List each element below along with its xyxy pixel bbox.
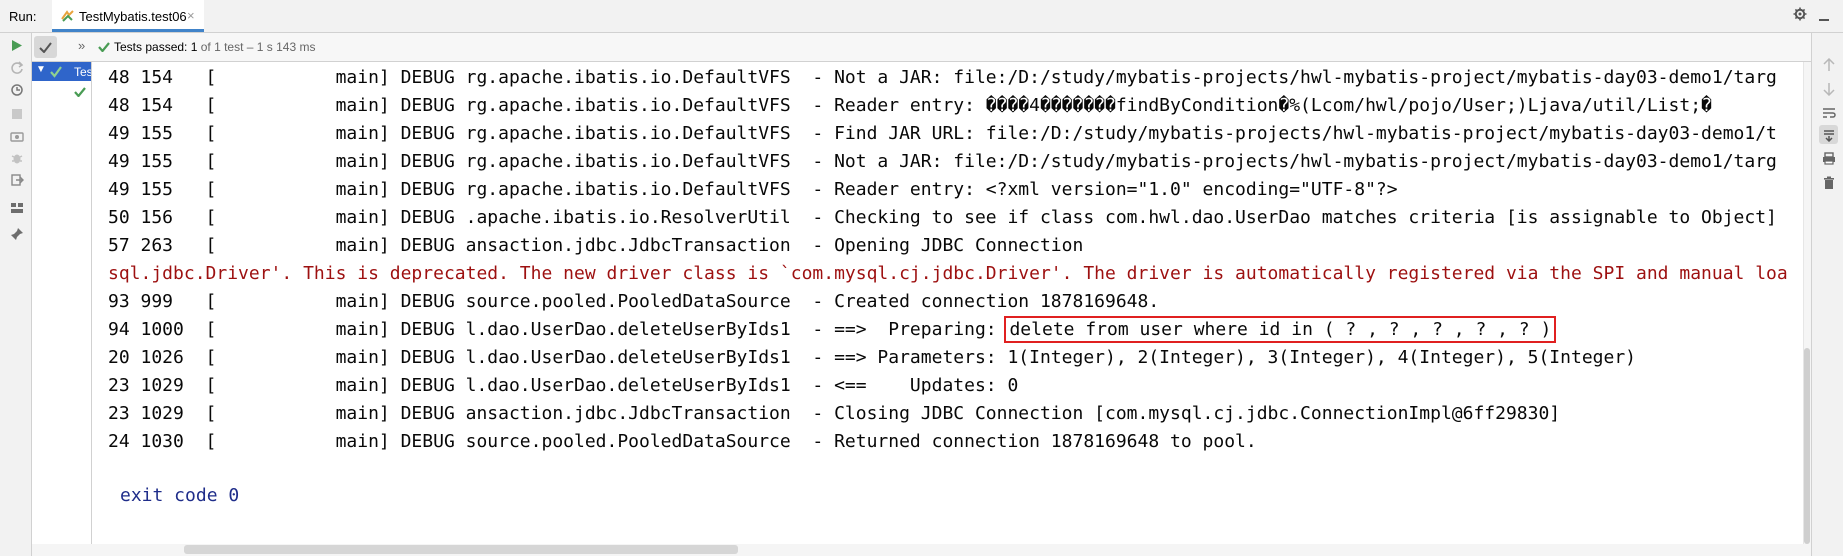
tree-item-label: Tes: [74, 65, 92, 79]
toggle-auto-test-icon[interactable]: [8, 81, 25, 98]
left-toolbar: [0, 33, 32, 556]
check-icon: [98, 42, 110, 53]
soft-wrap-icon[interactable]: [1821, 105, 1836, 120]
console-line-preparing: 94 1000 [ main] DEBUG l.dao.UserDao.dele…: [108, 316, 1557, 344]
tree-item-root[interactable]: ▼ Tes: [32, 62, 91, 81]
tests-passed-label: Tests passed:: [114, 40, 191, 54]
console-output[interactable]: 48 154 [ main] DEBUG rg.apache.ibatis.io…: [92, 62, 1803, 544]
console-line: 57 263 [ main] DEBUG ansaction.jdbc.Jdbc…: [108, 235, 1084, 256]
run-tool-window-header: Run: TestMybatis.test06 ×: [0, 0, 1843, 33]
camera-icon[interactable]: [8, 127, 25, 144]
console-line: 20 1026 [ main] DEBUG l.dao.UserDao.dele…: [108, 347, 1637, 368]
check-icon[interactable]: [74, 84, 86, 102]
test-tree: ▼ Tes: [32, 62, 92, 556]
scroll-to-end-icon[interactable]: [1819, 125, 1838, 144]
vertical-scrollbar-thumb[interactable]: [1804, 348, 1810, 544]
highlighted-sql: delete from user where id in ( ? , ? , ?…: [1004, 316, 1557, 343]
console-line: 48 154 [ main] DEBUG rg.apache.ibatis.io…: [108, 95, 1712, 116]
console-line: 93 999 [ main] DEBUG source.pooled.Poole…: [108, 291, 1160, 312]
console-line: 50 156 [ main] DEBUG .apache.ibatis.io.R…: [108, 207, 1777, 228]
horizontal-scrollbar-thumb[interactable]: [184, 545, 738, 554]
debug-bug-icon[interactable]: [8, 149, 25, 166]
chevron-right-double-icon[interactable]: »: [78, 38, 85, 53]
console-line: 49 155 [ main] DEBUG rg.apache.ibatis.io…: [108, 179, 1398, 200]
console-line-prefix: 94 1000 [ main] DEBUG l.dao.UserDao.dele…: [108, 319, 1008, 340]
run-label: Run:: [9, 9, 37, 24]
check-icon: [50, 63, 62, 82]
console-error-line: sql.jdbc.Driver'. This is deprecated. Th…: [108, 263, 1788, 284]
arrow-down-icon[interactable]: [1821, 81, 1836, 96]
print-icon[interactable]: [1821, 151, 1836, 166]
junit-tab-icon: [60, 8, 75, 28]
pin-icon[interactable]: [8, 225, 25, 242]
layout-icon[interactable]: [8, 199, 25, 216]
tab-test-run[interactable]: TestMybatis.test06 ×: [52, 0, 204, 32]
rerun-failed-icon[interactable]: [8, 59, 25, 76]
stop-icon[interactable]: [8, 105, 25, 122]
gear-icon[interactable]: [1793, 7, 1807, 25]
console-line: 49 155 [ main] DEBUG rg.apache.ibatis.io…: [108, 123, 1777, 144]
run-icon[interactable]: [8, 37, 25, 54]
test-status: Tests passed: 1 of 1 test – 1 s 143 ms: [98, 40, 315, 54]
chevron-down-icon[interactable]: ▼: [36, 64, 46, 75]
trash-icon[interactable]: [1821, 175, 1836, 190]
tests-detail: of 1 test – 1 s 143 ms: [197, 40, 316, 54]
minimize-icon[interactable]: [1818, 9, 1830, 26]
close-icon[interactable]: ×: [187, 8, 195, 23]
arrow-up-icon[interactable]: [1821, 57, 1836, 72]
console-line: 24 1030 [ main] DEBUG source.pooled.Pool…: [108, 431, 1257, 452]
console-line: 23 1029 [ main] DEBUG l.dao.UserDao.dele…: [108, 375, 1019, 396]
exit-icon[interactable]: [8, 171, 25, 188]
exit-code-line: exit code 0: [120, 485, 240, 506]
tab-title: TestMybatis.test06: [79, 9, 187, 24]
console-line: 49 155 [ main] DEBUG rg.apache.ibatis.io…: [108, 151, 1777, 172]
console-line: 23 1029 [ main] DEBUG ansaction.jdbc.Jdb…: [108, 403, 1561, 424]
test-results-toolbar: » Tests passed: 1 of 1 test – 1 s 143 ms: [32, 33, 1811, 62]
console-line: 48 154 [ main] DEBUG rg.apache.ibatis.io…: [108, 67, 1777, 88]
right-toolbar: [1811, 33, 1843, 556]
show-passed-button[interactable]: [34, 36, 57, 58]
